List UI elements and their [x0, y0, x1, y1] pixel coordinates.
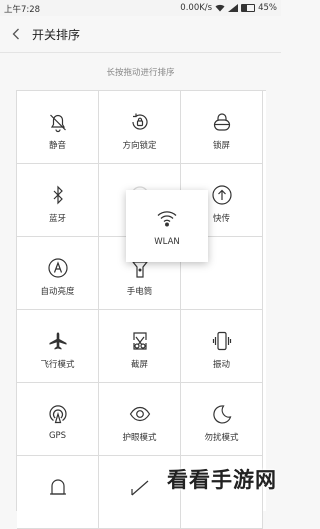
tile-label: 蓝牙 — [48, 214, 66, 224]
network-speed: 0.00K/s — [180, 3, 213, 13]
rotation-lock-icon — [129, 111, 151, 133]
sort-hint: 长按拖动进行排序 — [106, 68, 175, 78]
screenshot-icon — [129, 330, 151, 352]
bell-off-icon — [47, 111, 69, 133]
tile-auto-brightness[interactable]: 自动亮度 — [17, 237, 99, 310]
tile-label: 截屏 — [130, 360, 148, 370]
tile-label: 静音 — [48, 141, 66, 151]
tile-lock-screen[interactable]: 锁屏 — [181, 91, 263, 164]
bell-partial-icon — [47, 476, 69, 498]
airplane-icon — [47, 330, 69, 352]
status-bar: 上午7:28 0.00K/s 45% — [0, 0, 281, 16]
status-right: 0.00K/s 45% — [180, 3, 277, 13]
tile-partial[interactable] — [17, 456, 99, 529]
dragging-tile-wlan[interactable]: WLAN — [126, 190, 208, 262]
page-title: 开关排序 — [32, 28, 81, 42]
tile-mute[interactable]: 静音 — [17, 91, 99, 164]
watermark-logo: 看看手游网 — [167, 468, 277, 492]
wifi-icon — [156, 207, 178, 229]
tile-airplane-mode[interactable]: 飞行模式 — [17, 310, 99, 383]
lock-icon — [211, 111, 233, 133]
upload-icon — [211, 184, 233, 206]
battery-level: 45% — [258, 3, 277, 13]
slash-icon — [129, 476, 151, 498]
auto-brightness-icon — [47, 257, 69, 279]
tile-do-not-disturb[interactable]: 勿扰模式 — [181, 383, 263, 456]
back-button[interactable] — [8, 25, 24, 43]
wifi-status-icon — [215, 4, 225, 12]
tile-label: 振动 — [212, 360, 230, 370]
vibrate-icon — [211, 330, 233, 352]
tile-gps[interactable]: GPS — [17, 383, 99, 456]
battery-icon — [241, 4, 256, 12]
tile-label: 方向锁定 — [122, 141, 157, 151]
bluetooth-icon — [47, 184, 69, 206]
tile-label: WLAN — [154, 237, 180, 247]
tile-label: 手电筒 — [126, 287, 153, 297]
tile-label: 护眼模式 — [122, 433, 157, 443]
tile-bluetooth[interactable]: 蓝牙 — [17, 164, 99, 237]
tile-screenshot[interactable]: 截屏 — [99, 310, 181, 383]
moon-icon — [211, 403, 233, 425]
tile-eye-protection[interactable]: 护眼模式 — [99, 383, 181, 456]
tile-label: GPS — [48, 431, 67, 441]
signal-icon — [228, 4, 239, 12]
tile-label: 自动亮度 — [40, 287, 75, 297]
eye-icon — [129, 403, 151, 425]
tile-label: 锁屏 — [212, 141, 230, 151]
back-arrow-icon — [12, 28, 19, 40]
gps-icon — [47, 403, 69, 425]
status-time: 上午7:28 — [4, 5, 41, 15]
tile-label: 勿扰模式 — [204, 433, 239, 443]
toggle-grid: 静音 方向锁定 锁屏 蓝牙 快传 自动亮度 手电筒 飞行模式 截屏 振动 GPS… — [16, 90, 266, 529]
title-bar: 开关排序 — [0, 16, 281, 53]
tile-rotation-lock[interactable]: 方向锁定 — [99, 91, 181, 164]
tile-vibrate[interactable]: 振动 — [181, 310, 263, 383]
tile-label: 飞行模式 — [40, 360, 75, 370]
